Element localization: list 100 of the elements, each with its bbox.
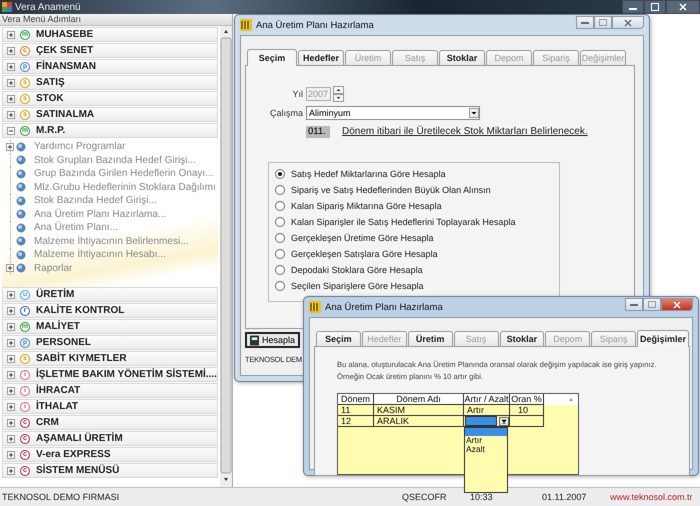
website-link[interactable]: www.teknosol.com.tr	[610, 492, 693, 502]
period-field: 011.	[306, 126, 330, 138]
radio-button[interactable]	[275, 249, 285, 259]
expand-toggle-icon[interactable]	[7, 126, 15, 134]
tab[interactable]: Stoklar	[500, 331, 544, 346]
work-label: Çalışma	[268, 108, 303, 118]
expand-toggle-icon[interactable]	[7, 30, 15, 38]
expand-toggle-icon[interactable]	[7, 306, 15, 314]
radio-button[interactable]	[275, 233, 285, 243]
close-button[interactable]	[612, 16, 644, 29]
radio-button[interactable]	[275, 201, 285, 211]
globe-icon	[16, 142, 26, 152]
table-cell: 12	[338, 416, 374, 427]
radio-button[interactable]	[275, 217, 285, 227]
calculate-button[interactable]: Hesapla	[245, 332, 300, 348]
tab[interactable]: Seçim	[247, 49, 297, 66]
module-label: SATIŞ	[36, 77, 65, 88]
expand-toggle-icon[interactable]	[7, 322, 15, 330]
expand-toggle-icon[interactable]	[7, 386, 15, 394]
expand-toggle-icon[interactable]	[7, 94, 15, 102]
radio-button[interactable]	[275, 169, 285, 179]
close-button[interactable]	[666, 0, 700, 14]
globe-icon	[16, 236, 26, 246]
expand-toggle-icon[interactable]	[6, 142, 14, 151]
module-label: SİSTEM MENÜSÜ	[36, 465, 120, 476]
table-cell: KASIM	[374, 405, 464, 416]
table-cell: ARALIK	[374, 416, 464, 427]
app-icon	[240, 19, 252, 31]
option-label: Kalan Siparişler ile Satış Hedeflerini Toplayarak Hesapla	[291, 217, 516, 227]
expand-toggle-icon[interactable]	[7, 62, 15, 70]
menu-item[interactable]: Stok Grupları Bazında Hedef Girişi...	[34, 154, 196, 166]
expand-toggle-icon[interactable]	[7, 434, 15, 442]
column-header[interactable]: Dönem	[338, 394, 374, 405]
spinner-arrows-icon[interactable]	[333, 86, 344, 102]
menu-item[interactable]: Stok Bazında Hedef Girişi...	[34, 195, 157, 206]
module-label: İŞLETME BAKIM YÖNETİM SİSTEMİ....	[36, 369, 217, 380]
module-label: AŞAMALI ÜRETİM	[36, 433, 123, 444]
option-label: Gerçekleşen Üretime Göre Hesapla	[291, 233, 434, 243]
column-header[interactable]: Oran %	[510, 394, 544, 405]
column-header[interactable]: Artır / Azalt	[464, 394, 510, 405]
window-title: Vera Anamenü	[15, 2, 81, 12]
tab[interactable]: Üretim	[408, 331, 453, 346]
module-label: PERSONEL	[36, 337, 92, 348]
menu-item[interactable]: Yardımcı Programlar	[34, 141, 126, 152]
close-icon	[679, 3, 687, 11]
maximize-icon	[599, 19, 607, 26]
module-label: M.R.P.	[36, 125, 66, 136]
expand-toggle-icon[interactable]	[7, 78, 15, 86]
expand-toggle-icon[interactable]	[7, 450, 15, 458]
panel-header: Vera Menü Adımları	[0, 14, 232, 26]
minimize-button[interactable]	[625, 298, 643, 311]
expand-toggle-icon[interactable]	[7, 110, 15, 118]
globe-icon	[16, 168, 26, 179]
minimize-button[interactable]	[622, 0, 644, 14]
app-icon	[309, 301, 321, 313]
expand-toggle-icon[interactable]	[7, 354, 15, 362]
globe-icon	[16, 155, 26, 166]
tab[interactable]: Hedefler	[298, 50, 344, 65]
dropdown-option[interactable]: Artır	[465, 436, 507, 445]
radio-button[interactable]	[275, 185, 285, 195]
module-label: STOK	[36, 93, 64, 104]
module-label: V-era EXPRESS	[36, 449, 110, 460]
tab[interactable]: Seçim	[316, 331, 361, 346]
menu-item[interactable]: Grup Bazında Girilen Hedeflerin Onayı...	[34, 168, 214, 180]
menu-item[interactable]: Ana Üretim Planı Hazırlama...	[34, 208, 166, 220]
globe-icon	[16, 222, 26, 233]
radio-button[interactable]	[275, 281, 285, 291]
expand-toggle-icon[interactable]	[7, 466, 15, 474]
globe-icon	[16, 209, 26, 220]
expand-toggle-icon[interactable]	[7, 370, 15, 378]
column-header[interactable]: Dönem Adı	[374, 394, 464, 405]
dropdown-option[interactable]: Azalt	[465, 445, 507, 454]
close-button[interactable]	[661, 298, 693, 311]
tab[interactable]: Değişimler	[637, 330, 689, 347]
scrollbar-drawing[interactable]	[220, 26, 232, 487]
expand-toggle-icon[interactable]	[7, 418, 15, 426]
expand-toggle-icon[interactable]	[6, 264, 14, 272]
caret-icon[interactable]	[499, 416, 509, 426]
time-text: 10:33	[470, 492, 494, 502]
radio-button[interactable]	[275, 265, 285, 275]
expand-toggle-icon[interactable]	[7, 338, 15, 346]
tab[interactable]: Stoklar	[439, 50, 485, 65]
expand-toggle-icon[interactable]	[7, 46, 15, 54]
option-label: Depodaki Stoklara Göre Hesapla	[291, 265, 423, 275]
year-label: Yıl	[291, 88, 303, 98]
minimize-button[interactable]	[576, 16, 594, 29]
menu-item[interactable]: Mlz.Grubu Hedeflerinin Stoklara Dağılımı	[34, 182, 216, 193]
maximize-icon	[648, 301, 656, 308]
maximize-button[interactable]	[644, 0, 666, 14]
minimize-icon	[581, 20, 589, 24]
period-description: Dönem itibari ile Üretilecek Stok Miktarları Belirlenecek.	[342, 126, 588, 137]
maximize-icon	[651, 3, 659, 11]
option-label: Kalan Sipariş Miktarına Göre Hesapla	[291, 201, 442, 211]
expand-toggle-icon[interactable]	[7, 402, 15, 410]
menu-item[interactable]: Ana Üretim Planı...	[34, 222, 118, 234]
work-dropdown[interactable]: Aliminyum	[306, 106, 480, 120]
globe-icon	[16, 196, 26, 206]
company-name: TEKNOSOL DEMO FIRMASI	[1, 492, 120, 502]
expand-toggle-icon[interactable]	[7, 290, 15, 298]
module-label: ÇEK SENET	[36, 45, 94, 56]
